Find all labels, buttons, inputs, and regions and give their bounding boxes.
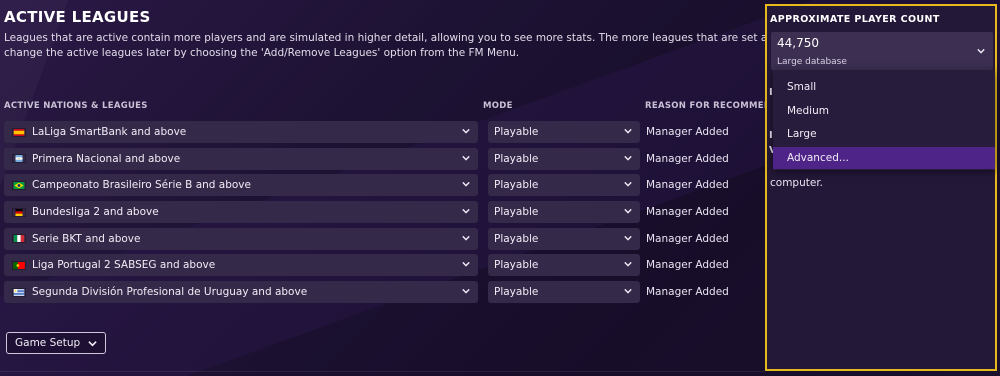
recommendation-reason: Manager Added (646, 126, 729, 138)
chevron-down-icon (624, 235, 632, 241)
league-dropdown[interactable]: Campeonato Brasileiro Série B and above (4, 174, 478, 197)
column-header-reason: REASON FOR RECOMMENDATI (645, 101, 765, 111)
player-count-title: APPROXIMATE PLAYER COUNT (770, 14, 940, 25)
germany-flag-icon (12, 207, 26, 217)
menu-item-medium[interactable]: Medium (773, 100, 995, 122)
recommendation-reason: Manager Added (646, 286, 729, 299)
league-dropdown[interactable]: Bundesliga 2 and above (4, 201, 478, 224)
description-line-2: change the active leagues later by choos… (4, 47, 520, 59)
chevron-down-icon (88, 340, 97, 346)
league-dropdown[interactable]: Serie BKT and above (4, 227, 478, 250)
mode-dropdown[interactable]: Playable (488, 281, 640, 304)
player-count-database: Large database (777, 57, 847, 67)
game-setup-button[interactable]: Game Setup (6, 332, 107, 354)
league-row: LaLiga SmartBank and above Playable Mana… (4, 120, 770, 147)
chevron-down-icon (462, 289, 470, 294)
player-count-menu: Small Medium Large Advanced... (773, 70, 995, 170)
league-row: Liga Portugal 2 SABSEG and above Playabl… (4, 253, 770, 280)
league-row: Serie BKT and above Playable Manager Add… (4, 227, 770, 254)
chevron-down-icon (977, 48, 985, 54)
chevron-down-icon (624, 262, 632, 268)
league-name: Bundesliga 2 and above (32, 206, 159, 219)
league-dropdown[interactable]: Primera Nacional and above (4, 147, 478, 170)
portugal-flag-icon (12, 260, 26, 270)
chevron-down-icon (624, 289, 632, 294)
chevron-down-icon (462, 208, 470, 214)
chevron-down-icon (462, 182, 470, 187)
mode-dropdown[interactable]: Playable (488, 227, 640, 250)
chevron-down-icon (462, 235, 470, 241)
league-row: Campeonato Brasileiro Série B and above … (4, 173, 770, 200)
mode-value: Playable (494, 152, 539, 165)
league-name: Serie BKT and above (32, 232, 141, 245)
brazil-flag-icon (12, 180, 26, 190)
player-count-dropdown[interactable]: 44,750 Large database (771, 32, 993, 70)
panel-info-text: computer. (770, 177, 824, 189)
uruguay-flag-icon (12, 287, 26, 297)
spain-flag-icon (12, 127, 26, 137)
recommendation-reason: Manager Added (646, 179, 729, 192)
page-description: Leagues that are active contain more pla… (4, 31, 774, 61)
league-list: LaLiga SmartBank and above Playable Mana… (4, 120, 770, 307)
mode-value: Playable (494, 126, 539, 138)
league-name: LaLiga SmartBank and above (32, 126, 187, 138)
league-name: Segunda División Profesional de Uruguay … (32, 286, 308, 299)
chevron-down-icon (624, 208, 632, 214)
mode-value: Playable (494, 206, 539, 219)
menu-item-large[interactable]: Large (773, 123, 995, 145)
italy-flag-icon (12, 234, 26, 244)
divider (0, 371, 765, 372)
recommendation-reason: Manager Added (646, 152, 729, 165)
menu-item-advanced[interactable]: Advanced... (773, 147, 995, 169)
recommendation-reason: Manager Added (646, 206, 729, 219)
mode-value: Playable (494, 179, 539, 192)
menu-item-small[interactable]: Small (773, 76, 995, 98)
league-dropdown[interactable]: LaLiga SmartBank and above (4, 121, 478, 143)
league-dropdown[interactable]: Segunda División Profesional de Uruguay … (4, 281, 478, 304)
mode-dropdown[interactable]: Playable (488, 147, 640, 170)
mode-dropdown[interactable]: Playable (488, 254, 640, 277)
league-row: Primera Nacional and above Playable Mana… (4, 147, 770, 174)
column-header-nations: ACTIVE NATIONS & LEAGUES (4, 101, 148, 111)
description-line-1: Leagues that are active contain more pla… (4, 32, 774, 44)
mode-dropdown[interactable]: Playable (488, 201, 640, 224)
chevron-down-icon (462, 128, 470, 134)
chevron-down-icon (462, 262, 470, 268)
league-row: Segunda División Profesional de Uruguay … (4, 280, 770, 307)
mode-value: Playable (494, 232, 539, 245)
league-row: Bundesliga 2 and above Playable Manager … (4, 200, 770, 227)
chevron-down-icon (624, 182, 632, 187)
chevron-down-icon (624, 155, 632, 161)
page-title: ACTIVE LEAGUES (4, 8, 151, 26)
league-name: Campeonato Brasileiro Série B and above (32, 179, 251, 192)
league-name: Primera Nacional and above (32, 152, 181, 165)
player-count-panel: APPROXIMATE PLAYER COUNT 44,750 Large da… (765, 4, 997, 371)
recommendation-reason: Manager Added (646, 232, 729, 245)
recommendation-reason: Manager Added (646, 259, 729, 272)
player-count-value: 44,750 (777, 36, 819, 50)
column-header-mode: MODE (483, 101, 513, 111)
game-setup-label: Game Setup (15, 337, 81, 349)
league-dropdown[interactable]: Liga Portugal 2 SABSEG and above (4, 254, 478, 277)
mode-dropdown[interactable]: Playable (488, 174, 640, 197)
chevron-down-icon (624, 128, 632, 134)
argentina-flag-icon (12, 154, 26, 164)
chevron-down-icon (462, 155, 470, 161)
mode-dropdown[interactable]: Playable (488, 121, 640, 143)
mode-value: Playable (494, 286, 539, 299)
league-name: Liga Portugal 2 SABSEG and above (32, 259, 216, 272)
mode-value: Playable (494, 259, 539, 272)
